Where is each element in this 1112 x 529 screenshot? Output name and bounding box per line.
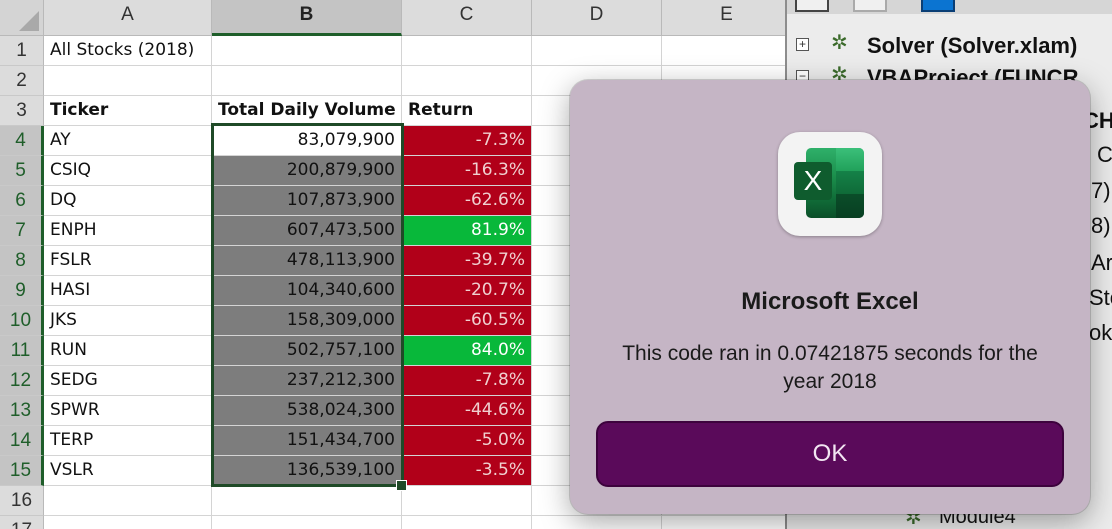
column-header-c[interactable]: C xyxy=(402,0,532,36)
return-cell[interactable]: -60.5% xyxy=(402,306,532,336)
tree-item-partial: Ar xyxy=(1091,250,1112,275)
expand-toggle-icon[interactable]: + xyxy=(796,38,809,51)
row-header-10[interactable]: 10 xyxy=(0,306,44,336)
ticker-cell[interactable]: FSLR xyxy=(44,246,212,276)
select-all-corner[interactable] xyxy=(0,0,44,36)
tree-item-partial: 7) xyxy=(1091,178,1111,203)
column-header-d[interactable]: D xyxy=(532,0,662,36)
row-header-6[interactable]: 6 xyxy=(0,186,44,216)
volume-cell[interactable]: 83,079,900 xyxy=(212,126,402,156)
header-ticker[interactable]: Ticker xyxy=(44,96,212,126)
tree-item-partial: Sto xyxy=(1089,285,1112,310)
volume-cell[interactable]: 136,539,100 xyxy=(212,456,402,486)
volume-cell[interactable]: 237,212,300 xyxy=(212,366,402,396)
table-cell[interactable] xyxy=(212,486,402,516)
volume-cell[interactable]: 478,113,900 xyxy=(212,246,402,276)
tree-item-partial: C xyxy=(1097,142,1112,167)
table-cell[interactable] xyxy=(212,516,402,529)
table-cell[interactable] xyxy=(402,516,532,529)
row-header-9[interactable]: 9 xyxy=(0,276,44,306)
table-cell[interactable] xyxy=(402,36,532,66)
table-cell[interactable] xyxy=(212,66,402,96)
dialog-title: Microsoft Excel xyxy=(741,288,919,315)
return-cell[interactable]: -16.3% xyxy=(402,156,532,186)
ticker-cell[interactable]: RUN xyxy=(44,336,212,366)
vba-project-icon: ✲ xyxy=(831,32,848,54)
return-cell[interactable]: 81.9% xyxy=(402,216,532,246)
ticker-cell[interactable]: AY xyxy=(44,126,212,156)
row-header-13[interactable]: 13 xyxy=(0,396,44,426)
excel-x-glyph: X xyxy=(794,162,832,200)
return-cell[interactable]: -39.7% xyxy=(402,246,532,276)
volume-cell[interactable]: 107,873,900 xyxy=(212,186,402,216)
return-cell[interactable]: 84.0% xyxy=(402,336,532,366)
table-cell[interactable] xyxy=(44,486,212,516)
row-header-14[interactable]: 14 xyxy=(0,426,44,456)
table-cell[interactable] xyxy=(212,36,402,66)
tree-item-partial: ok xyxy=(1089,320,1112,345)
fill-handle[interactable] xyxy=(396,480,407,491)
row-header-3[interactable]: 3 xyxy=(0,96,44,126)
table-cell[interactable] xyxy=(402,486,532,516)
table-cell[interactable] xyxy=(402,66,532,96)
ticker-cell[interactable]: TERP xyxy=(44,426,212,456)
row-header-16[interactable]: 16 xyxy=(0,486,44,516)
ticker-cell[interactable]: ENPH xyxy=(44,216,212,246)
dialog-message: This code ran in 0.07421875 seconds for … xyxy=(622,342,1038,393)
microsoft-excel-app-icon: X xyxy=(778,132,882,236)
tree-item-solver[interactable]: Solver (Solver.xlam) xyxy=(867,33,1077,59)
row-header-11[interactable]: 11 xyxy=(0,336,44,366)
toggle-folders-button[interactable] xyxy=(921,0,955,12)
alert-dialog: X Microsoft Excel This code ran in 0.074… xyxy=(570,80,1090,514)
volume-cell[interactable]: 158,309,000 xyxy=(212,306,402,336)
return-cell[interactable]: -5.0% xyxy=(402,426,532,456)
ticker-cell[interactable]: DQ xyxy=(44,186,212,216)
header-return[interactable]: Return xyxy=(402,96,532,126)
ok-button[interactable]: OK xyxy=(596,421,1064,487)
table-cell[interactable] xyxy=(532,36,662,66)
title-cell[interactable]: All Stocks (2018) xyxy=(44,36,212,66)
row-header-12[interactable]: 12 xyxy=(0,366,44,396)
row-header-7[interactable]: 7 xyxy=(0,216,44,246)
volume-cell[interactable]: 607,473,500 xyxy=(212,216,402,246)
ticker-cell[interactable]: CSIQ xyxy=(44,156,212,186)
row-header-17[interactable]: 17 xyxy=(0,516,44,529)
table-cell[interactable] xyxy=(532,516,662,529)
ticker-cell[interactable]: JKS xyxy=(44,306,212,336)
view-code-button[interactable] xyxy=(853,0,887,12)
return-cell[interactable]: -62.6% xyxy=(402,186,532,216)
header-total-daily-volume[interactable]: Total Daily Volume xyxy=(212,96,402,126)
return-cell[interactable]: -7.8% xyxy=(402,366,532,396)
return-cell[interactable]: -20.7% xyxy=(402,276,532,306)
return-cell[interactable]: -44.6% xyxy=(402,396,532,426)
volume-cell[interactable]: 538,024,300 xyxy=(212,396,402,426)
table-cell[interactable] xyxy=(44,516,212,529)
ticker-cell[interactable]: SEDG xyxy=(44,366,212,396)
view-object-button[interactable] xyxy=(795,0,829,12)
row-header-5[interactable]: 5 xyxy=(0,156,44,186)
return-cell[interactable]: -7.3% xyxy=(402,126,532,156)
ticker-cell[interactable]: HASI xyxy=(44,276,212,306)
row-header-1[interactable]: 1 xyxy=(0,36,44,66)
tree-item-partial: 8) xyxy=(1091,213,1111,238)
volume-cell[interactable]: 151,434,700 xyxy=(212,426,402,456)
row-header-8[interactable]: 8 xyxy=(0,246,44,276)
volume-cell[interactable]: 200,879,900 xyxy=(212,156,402,186)
row-header-2[interactable]: 2 xyxy=(0,66,44,96)
column-header-b[interactable]: B xyxy=(212,0,402,36)
return-cell[interactable]: -3.5% xyxy=(402,456,532,486)
ticker-cell[interactable]: SPWR xyxy=(44,396,212,426)
vba-toolbar xyxy=(787,0,1112,14)
volume-cell[interactable]: 104,340,600 xyxy=(212,276,402,306)
table-cell[interactable] xyxy=(44,66,212,96)
row-header-4[interactable]: 4 xyxy=(0,126,44,156)
row-header-15[interactable]: 15 xyxy=(0,456,44,486)
column-header-e[interactable]: E xyxy=(662,0,785,36)
column-header-a[interactable]: A xyxy=(44,0,212,36)
table-cell[interactable] xyxy=(662,36,785,66)
ticker-cell[interactable]: VSLR xyxy=(44,456,212,486)
volume-cell[interactable]: 502,757,100 xyxy=(212,336,402,366)
table-cell[interactable] xyxy=(662,516,785,529)
